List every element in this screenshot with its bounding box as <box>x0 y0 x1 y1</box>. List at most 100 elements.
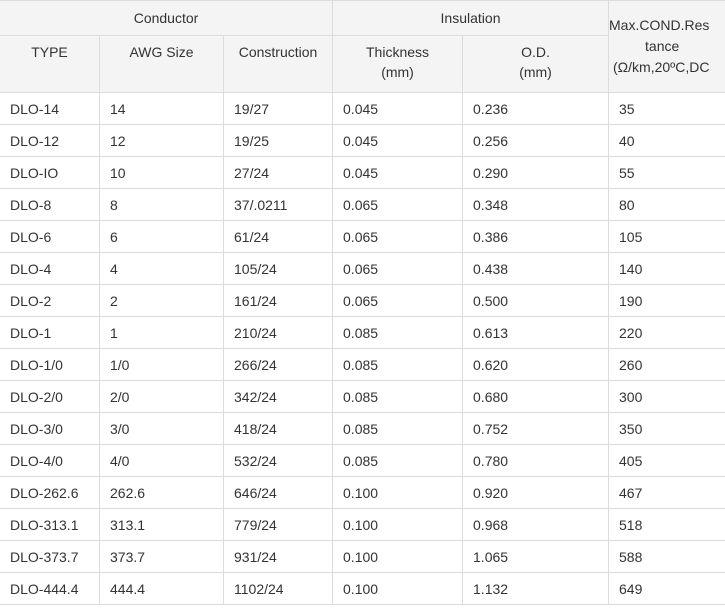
cell-od: 0.613 <box>462 316 610 349</box>
cell-type: DLO-IO <box>0 156 100 189</box>
header-od-label: O.D. <box>521 44 550 60</box>
cell-thickness: 0.100 <box>332 572 464 605</box>
cell-thickness: 0.065 <box>332 284 464 317</box>
header-construction: Construction <box>222 35 334 93</box>
cell-thickness: 0.100 <box>332 540 464 573</box>
table-row: DLO-14 14 19/27 0.045 0.236 35 <box>0 92 725 125</box>
cell-thickness: 0.085 <box>332 380 464 413</box>
cell-thickness: 0.085 <box>332 444 464 477</box>
header-thickness: Thickness (mm) <box>332 35 464 93</box>
cell-thickness: 0.065 <box>332 252 464 285</box>
cell-construction: 27/24 <box>222 156 334 189</box>
table-row: DLO-2/0 2/0 342/24 0.085 0.680 300 <box>0 380 725 413</box>
cell-thickness: 0.100 <box>332 508 464 541</box>
cell-resistance: 260 <box>608 348 725 381</box>
cell-construction: 1102/24 <box>222 572 334 605</box>
cell-resistance: 405 <box>608 444 725 477</box>
cell-awg-size: 313.1 <box>99 508 224 541</box>
cell-type: DLO-1/0 <box>0 348 100 381</box>
cell-construction: 19/25 <box>222 124 334 157</box>
cell-resistance: 220 <box>608 316 725 349</box>
table-row: DLO-373.7 373.7 931/24 0.100 1.065 588 <box>0 540 725 573</box>
cell-construction: 931/24 <box>222 540 334 573</box>
header-thickness-label: Thickness <box>366 44 430 60</box>
cell-od: 0.920 <box>462 476 610 509</box>
cell-od: 0.256 <box>462 124 610 157</box>
cell-awg-size: 2/0 <box>99 380 224 413</box>
cell-od: 0.968 <box>462 508 610 541</box>
header-awg-size: AWG Size <box>99 35 224 93</box>
cell-thickness: 0.065 <box>332 220 464 253</box>
cell-awg-size: 3/0 <box>99 412 224 445</box>
cell-awg-size: 10 <box>99 156 224 189</box>
table-row: DLO-313.1 313.1 779/24 0.100 0.968 518 <box>0 508 725 541</box>
cell-construction: 646/24 <box>222 476 334 509</box>
cell-od: 0.348 <box>462 188 610 221</box>
cell-type: DLO-6 <box>0 220 100 253</box>
cell-resistance: 190 <box>608 284 725 317</box>
cell-resistance: 40 <box>608 124 725 157</box>
cell-thickness: 0.045 <box>332 92 464 125</box>
cell-type: DLO-14 <box>0 92 100 125</box>
cell-resistance: 350 <box>608 412 725 445</box>
cell-type: DLO-3/0 <box>0 412 100 445</box>
cell-type: DLO-4/0 <box>0 444 100 477</box>
cell-resistance: 467 <box>608 476 725 509</box>
cell-type: DLO-2/0 <box>0 380 100 413</box>
cell-resistance: 80 <box>608 188 725 221</box>
table-row: DLO-4 4 105/24 0.065 0.438 140 <box>0 252 725 285</box>
cell-resistance: 518 <box>608 508 725 541</box>
cell-awg-size: 8 <box>99 188 224 221</box>
cell-awg-size: 373.7 <box>99 540 224 573</box>
cell-type: DLO-12 <box>0 124 100 157</box>
table-row: DLO-12 12 19/25 0.045 0.256 40 <box>0 124 725 157</box>
cell-construction: 266/24 <box>222 348 334 381</box>
header-conductor: Conductor <box>0 0 334 36</box>
cell-od: 0.236 <box>462 92 610 125</box>
table-row: DLO-6 6 61/24 0.065 0.386 105 <box>0 220 725 253</box>
header-resistance-line2: tance <box>645 38 680 54</box>
cell-resistance: 649 <box>608 572 725 605</box>
cell-construction: 161/24 <box>222 284 334 317</box>
cell-resistance: 300 <box>608 380 725 413</box>
cell-resistance: 140 <box>608 252 725 285</box>
cell-awg-size: 4/0 <box>99 444 224 477</box>
cell-od: 0.386 <box>462 220 610 253</box>
table-row: DLO-IO 10 27/24 0.045 0.290 55 <box>0 156 725 189</box>
header-max-cond-resistance: Max.COND.Res tance (Ω/km,20ºC,DC <box>608 0 725 93</box>
cell-construction: 210/24 <box>222 316 334 349</box>
table-row: DLO-8 8 37/.0211 0.065 0.348 80 <box>0 188 725 221</box>
cell-type: DLO-262.6 <box>0 476 100 509</box>
table-row: DLO-1 1 210/24 0.085 0.613 220 <box>0 316 725 349</box>
cell-od: 0.438 <box>462 252 610 285</box>
table-row: DLO-2 2 161/24 0.065 0.500 190 <box>0 284 725 317</box>
cell-od: 1.065 <box>462 540 610 573</box>
header-od-unit: (mm) <box>519 64 552 80</box>
cell-thickness: 0.085 <box>332 316 464 349</box>
cell-od: 0.680 <box>462 380 610 413</box>
cell-awg-size: 262.6 <box>99 476 224 509</box>
cell-construction: 779/24 <box>222 508 334 541</box>
cell-construction: 37/.0211 <box>222 188 334 221</box>
cell-type: DLO-4 <box>0 252 100 285</box>
cell-od: 0.620 <box>462 348 610 381</box>
header-resistance-line3: (Ω/km,20ºC,DC <box>613 59 710 75</box>
header-resistance-line1: Max.COND.Res <box>609 17 710 33</box>
cell-thickness: 0.065 <box>332 188 464 221</box>
cell-thickness: 0.045 <box>332 156 464 189</box>
cell-construction: 105/24 <box>222 252 334 285</box>
cell-thickness: 0.100 <box>332 476 464 509</box>
cell-thickness: 0.085 <box>332 412 464 445</box>
cell-type: DLO-373.7 <box>0 540 100 573</box>
cell-od: 0.752 <box>462 412 610 445</box>
cell-awg-size: 4 <box>99 252 224 285</box>
cell-awg-size: 1 <box>99 316 224 349</box>
cell-type: DLO-1 <box>0 316 100 349</box>
table-row: DLO-3/0 3/0 418/24 0.085 0.752 350 <box>0 412 725 445</box>
cell-od: 0.780 <box>462 444 610 477</box>
cell-resistance: 588 <box>608 540 725 573</box>
table-row: DLO-1/0 1/0 266/24 0.085 0.620 260 <box>0 348 725 381</box>
cable-spec-table: Conductor Insulation Max.COND.Res tance … <box>0 0 725 605</box>
cell-type: DLO-444.4 <box>0 572 100 605</box>
cell-awg-size: 1/0 <box>99 348 224 381</box>
